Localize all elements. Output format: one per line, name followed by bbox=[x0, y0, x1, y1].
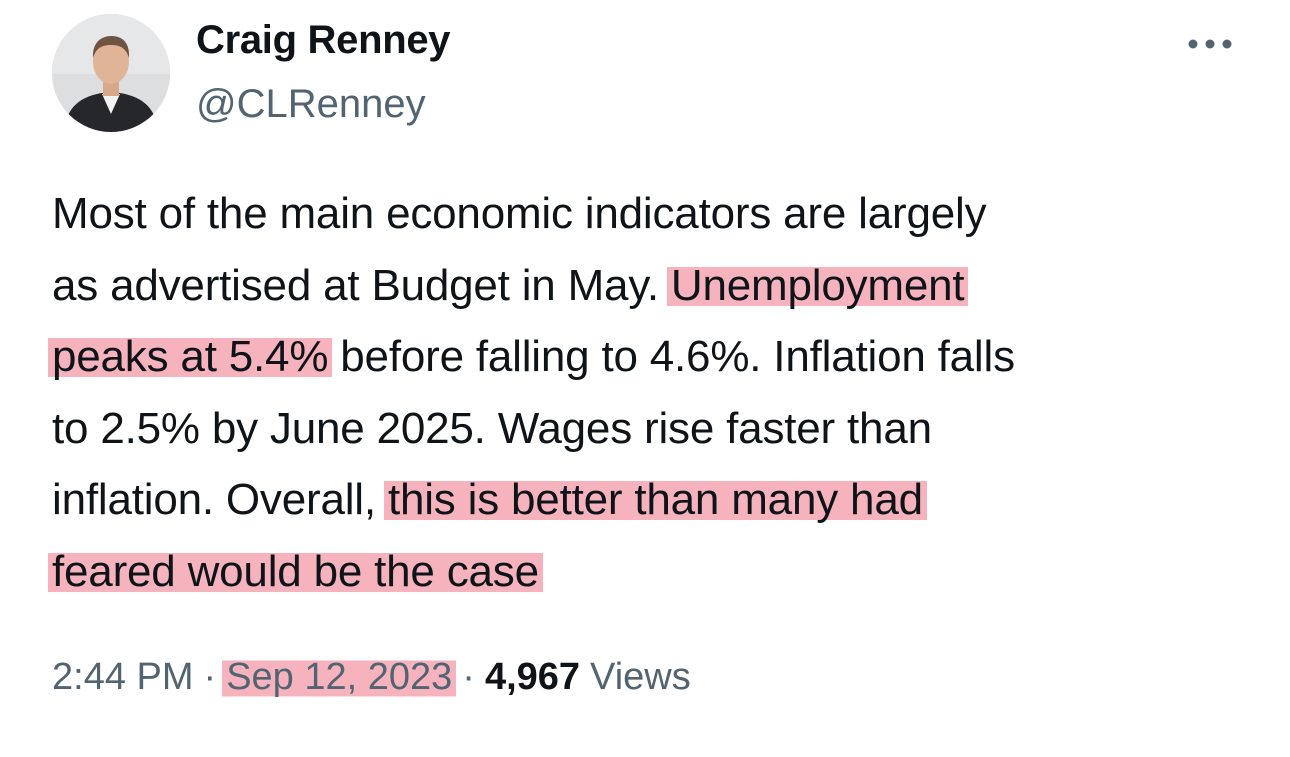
person-avatar-icon bbox=[52, 14, 170, 132]
tweet-text-segment: to 2.5% by June 2025. Wages rise faster … bbox=[52, 403, 932, 453]
meta-separator: · bbox=[462, 656, 475, 698]
author-handle[interactable]: @CLRenney bbox=[196, 82, 426, 127]
tweet-date[interactable]: Sep 12, 2023 bbox=[222, 656, 457, 699]
tweet-text-segment: Most of the main economic indicators are… bbox=[52, 189, 987, 238]
more-options-button[interactable] bbox=[1184, 30, 1236, 58]
tweet-card: Craig Renney @CLRenney Most of the main … bbox=[0, 0, 1290, 757]
tweet-time[interactable]: 2:44 PM bbox=[52, 656, 194, 699]
author-display-name[interactable]: Craig Renney bbox=[196, 18, 451, 63]
highlighted-text: Unemployment bbox=[666, 260, 969, 310]
tweet-meta: 2:44 PM · Sep 12, 2023 · 4,967 Views bbox=[52, 656, 691, 699]
tweet-text: Most of the main economic indicators are… bbox=[48, 178, 1267, 608]
more-horizontal-icon bbox=[1188, 39, 1232, 49]
highlighted-text: peaks at 5.4% bbox=[48, 332, 333, 381]
highlighted-text: this is better than many had bbox=[383, 475, 927, 524]
tweet-text-segment: before falling to 4.6%. Inflation falls bbox=[328, 332, 1015, 381]
tweet-text-line: inflation. Overall, this is better than … bbox=[52, 464, 1267, 536]
tweet-text-line: peaks at 5.4% before falling to 4.6%. In… bbox=[48, 321, 1267, 393]
tweet-text-line: Most of the main economic indicators are… bbox=[52, 178, 1267, 250]
tweet-text-line: as advertised at Budget in May. Unemploy… bbox=[52, 250, 1267, 322]
tweet-text-line: feared would be the case bbox=[48, 536, 1267, 608]
highlighted-text: feared would be the case bbox=[48, 546, 543, 596]
views-label: Views bbox=[590, 656, 691, 698]
author-avatar[interactable] bbox=[52, 14, 170, 132]
views-count[interactable]: 4,967 bbox=[485, 656, 580, 699]
tweet-text-segment: as advertised at Budget in May. bbox=[52, 260, 671, 310]
tweet-text-line: to 2.5% by June 2025. Wages rise faster … bbox=[52, 393, 1267, 465]
meta-separator: · bbox=[203, 656, 217, 698]
tweet-text-segment: inflation. Overall, bbox=[52, 475, 388, 524]
